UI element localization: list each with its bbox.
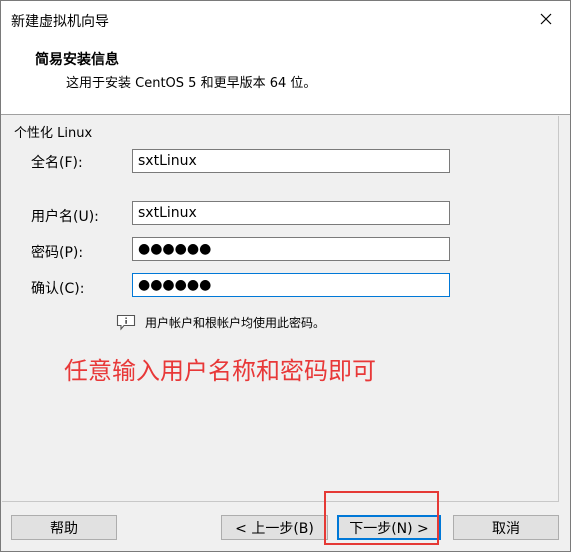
next-button[interactable]: 下一步(N) > <box>337 515 441 540</box>
cancel-button[interactable]: 取消 <box>453 515 559 540</box>
title-bar: 新建虚拟机向导 <box>1 1 570 37</box>
username-label: 用户名(U): <box>31 209 99 225</box>
password-label: 密码(P): <box>31 245 84 261</box>
password-input[interactable] <box>132 237 450 261</box>
personalize-group <box>2 116 559 502</box>
close-icon <box>540 13 552 25</box>
group-label: 个性化 Linux <box>14 126 93 141</box>
username-input[interactable] <box>132 201 450 225</box>
full-name-label: 全名(F): <box>31 155 83 171</box>
header-title: 简易安装信息 <box>35 52 119 68</box>
header-subtitle: 这用于安装 CentOS 5 和更早版本 64 位。 <box>66 76 317 91</box>
info-comment-icon <box>116 314 136 331</box>
wizard-header: 简易安装信息 这用于安装 CentOS 5 和更早版本 64 位。 <box>1 37 570 115</box>
back-button[interactable]: < 上一步(B) <box>221 515 328 540</box>
help-button[interactable]: 帮助 <box>11 515 117 540</box>
confirm-password-input[interactable] <box>132 273 450 297</box>
full-name-input[interactable] <box>132 149 450 173</box>
annotation-text: 任意输入用户名称和密码即可 <box>64 357 376 385</box>
close-button[interactable] <box>528 3 564 35</box>
hint-text: 用户帐户和根帐户均使用此密码。 <box>145 316 326 330</box>
window-title: 新建虚拟机向导 <box>11 14 109 30</box>
password-hint: 用户帐户和根帐户均使用此密码。 <box>116 314 325 331</box>
confirm-label: 确认(C): <box>31 281 85 297</box>
